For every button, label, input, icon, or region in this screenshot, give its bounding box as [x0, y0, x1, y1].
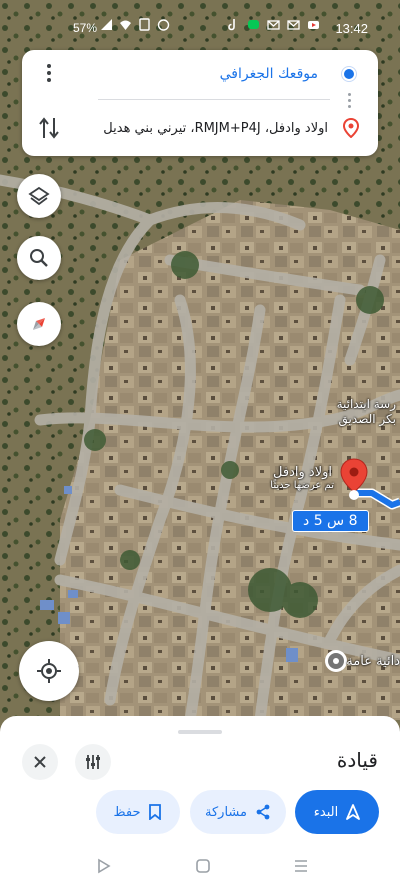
destination-map-sublabel: تم عرضها حديثًا [270, 480, 334, 491]
share-label: مشاركة [205, 804, 247, 820]
route-card-divider [98, 99, 330, 100]
start-navigation-button[interactable]: البدء [295, 790, 379, 834]
home-nav-icon[interactable] [195, 858, 211, 874]
poi-marker-icon[interactable] [325, 650, 347, 672]
school-map-sublabel: بكر الصديق [338, 412, 396, 426]
close-icon [34, 756, 46, 768]
school-map-label: رسة ابتدائية [336, 397, 396, 411]
wifi-icon [120, 20, 131, 30]
system-navigation-bar [0, 848, 400, 890]
close-button[interactable] [22, 744, 58, 780]
signal-icon [101, 19, 112, 30]
more-options-button[interactable] [44, 64, 54, 85]
line-icon [248, 20, 259, 29]
my-location-icon [37, 659, 61, 683]
tune-icon [86, 755, 100, 769]
status-bar: 57% 13:42 [0, 0, 400, 48]
search-button[interactable] [17, 236, 61, 280]
start-label: البدء [313, 804, 339, 820]
destination-field[interactable]: اولاد وادفل، RMJM+P4J، تيرني بني هديل [103, 121, 328, 136]
compass-icon [33, 318, 45, 330]
layers-icon [28, 186, 50, 206]
route-connector-dots [348, 93, 351, 111]
save-label: حفظ [113, 804, 141, 820]
tiktok-icon [228, 19, 235, 31]
share-button[interactable]: مشاركة [190, 790, 286, 834]
alarm-icon [157, 19, 170, 31]
mail-icon-2 [287, 20, 300, 30]
poi-map-label: دائية عامة [346, 654, 400, 669]
eta-badge[interactable]: 8 س 5 د [292, 510, 369, 532]
mail-icon [267, 20, 280, 30]
origin-field[interactable]: موقعك الجغرافي [220, 66, 318, 82]
route-card: موقعك الجغرافي اولاد وادفل، RMJM+P4J، تي… [22, 50, 378, 156]
youtube-icon [308, 21, 319, 29]
recenter-button[interactable] [19, 641, 79, 701]
travel-mode-title: قيادة [336, 748, 378, 772]
status-icons-right [227, 18, 320, 31]
origin-dot-icon [344, 69, 354, 79]
navigation-arrow-icon [346, 804, 361, 820]
save-button[interactable]: حفظ [96, 790, 180, 834]
swap-direction-icon[interactable] [38, 116, 60, 140]
back-nav-icon[interactable] [97, 858, 111, 874]
share-icon [256, 804, 270, 820]
battery-percent: 57% [73, 21, 98, 35]
status-icons-left [100, 18, 170, 31]
recents-nav-icon[interactable] [293, 858, 309, 874]
search-icon [30, 249, 48, 267]
route-options-button[interactable] [75, 744, 111, 780]
destination-pin-small-icon [343, 118, 359, 138]
layers-button[interactable] [17, 174, 61, 218]
sheet-drag-handle[interactable] [178, 730, 222, 734]
compass-button[interactable] [17, 302, 61, 346]
bookmark-icon [149, 804, 162, 820]
status-time: 13:42 [335, 21, 368, 36]
destination-map-label: اولاد وادفل [273, 465, 332, 480]
nfc-icon [139, 18, 150, 31]
destination-pin-icon[interactable] [340, 458, 368, 500]
